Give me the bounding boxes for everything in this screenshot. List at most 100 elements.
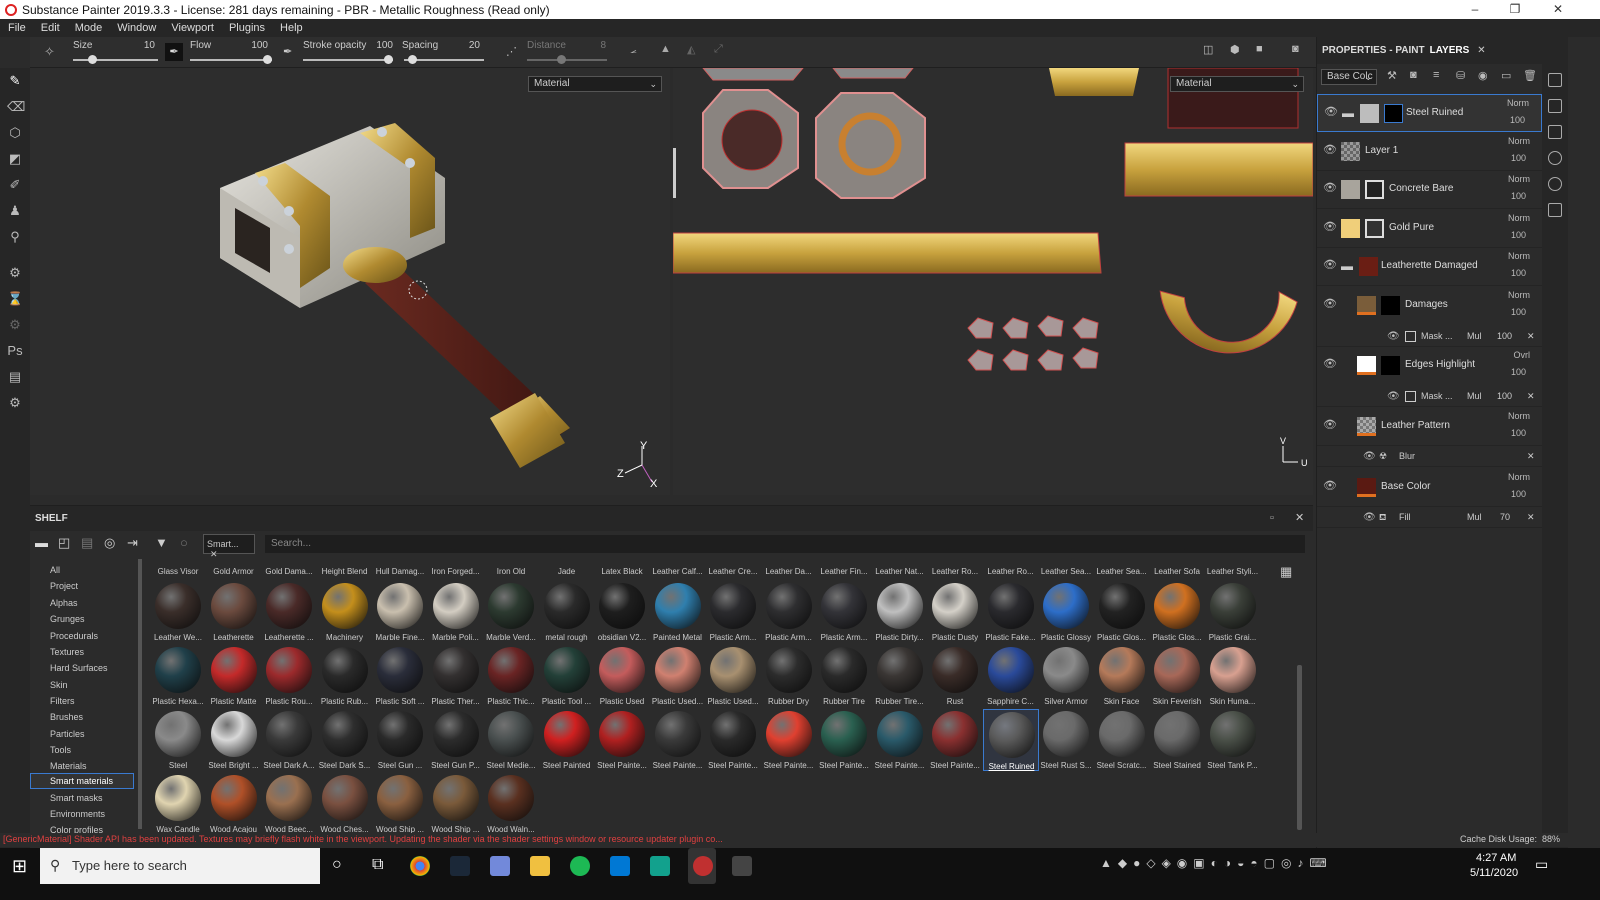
remove-mask-icon[interactable]: ✕ [1527,391,1535,402]
material-label[interactable]: Glass Visor [150,567,206,576]
material-item[interactable]: Wood Acajou [206,773,262,835]
category-alphas[interactable]: Alphas [50,598,78,608]
material-label[interactable]: Leather Ro... [927,567,983,576]
visibility-eye-icon[interactable]: 👁 [1363,512,1376,523]
blend-mode[interactable]: Norm [1508,136,1530,146]
add-effect-icon[interactable]: ⚒ [1387,69,1397,82]
remove-effect-icon[interactable]: ✕ [1527,451,1535,462]
material-item[interactable]: Plastic Ther... [428,645,484,707]
material-item[interactable]: Plastic Grai... [1205,581,1261,643]
menu-plugins[interactable]: Plugins [221,22,272,34]
stroke-opacity-slider[interactable] [303,55,393,64]
category-particles[interactable]: Particles [50,729,85,739]
eraser-icon[interactable]: ⌫ [7,99,25,115]
material-item[interactable]: Steel Tank P... [1205,709,1261,771]
category-procedurals[interactable]: Procedurals [50,631,98,641]
material-item[interactable]: Plastic Arm... [816,581,872,643]
paint-brush-icon[interactable]: ✎ [7,73,23,89]
layer-base-color[interactable]: 👁 Base Color Norm 100 [1317,469,1542,507]
maximize-button[interactable]: ❐ [1495,0,1535,19]
material-item[interactable]: Steel Dark S... [317,709,373,771]
folder-icon[interactable]: ▬ [35,535,48,550]
material-item[interactable]: Wood Ship ... [428,773,484,835]
material-label[interactable]: Gold Armor [206,567,262,576]
layer-opacity[interactable]: 100 [1511,153,1526,163]
material-label[interactable]: Leather Styli... [1205,567,1261,576]
material-item[interactable]: Wood Waln... [483,773,539,835]
taskbar-search-input[interactable]: Type here to search [40,848,320,884]
filter-tag[interactable]: Smart... ✕ [203,534,255,559]
material-item[interactable]: Plastic Dirty... [872,581,928,643]
visibility-eye-icon[interactable]: 👁 [1363,451,1376,462]
cortana-icon[interactable]: ○ [332,856,342,874]
category-textures[interactable]: Textures [50,647,84,657]
blend-mode[interactable]: Norm [1508,411,1530,421]
material-item[interactable]: Plastic Matte [206,645,262,707]
visibility-eye-icon[interactable]: 👁 [1387,391,1400,402]
mask-row-damages[interactable]: 👁 Mask ... Mul 100 ✕ [1317,327,1542,347]
category-tools[interactable]: Tools [50,745,71,755]
category-filters[interactable]: Filters [50,696,75,706]
layer-opacity[interactable]: 100 [1511,268,1526,278]
material-item[interactable]: Wood Ship ... [372,773,428,835]
taskbar-time[interactable]: 4:27 AM [1476,852,1516,864]
material-item[interactable]: Plastic Arm... [705,581,761,643]
material-item[interactable]: Steel Gun P... [428,709,484,771]
category-smart-materials[interactable]: Smart materials [50,776,113,786]
layer-leatherette-damaged[interactable]: 👁 ▬ Leatherette Damaged Norm 100 [1317,248,1542,286]
close-button[interactable]: ✕ [1538,0,1578,19]
material-item[interactable]: Leatherette [206,581,262,643]
material-item[interactable]: Plastic Used... [650,645,706,707]
material-item[interactable]: Plastic Thic... [483,645,539,707]
material-item[interactable]: Steel Painte... [705,709,761,771]
mirror-icon[interactable]: ▲ [660,43,671,55]
tab-layers[interactable]: LAYERS [1430,45,1470,56]
material-item[interactable]: Marble Fine... [372,581,428,643]
minimize-button[interactable]: – [1455,0,1495,19]
shelf-scrollbar[interactable] [1297,665,1302,830]
shader-settings-icon[interactable] [1548,151,1562,165]
material-item[interactable]: Steel Bright ... [206,709,262,771]
smudge-icon[interactable]: ✐ [7,177,23,193]
material-item[interactable]: Marble Poli... [428,581,484,643]
material-label[interactable]: Gold Dama... [261,567,317,576]
material-label[interactable]: Leather Sofa [1149,567,1205,576]
blend-mode[interactable]: Norm [1508,251,1530,261]
filter-icon[interactable]: ▼ [155,535,168,550]
material-item[interactable]: Steel Dark A... [261,709,317,771]
clone-icon[interactable]: ♟ [7,203,23,219]
material-label[interactable]: Iron Forged... [428,567,484,576]
material-item[interactable]: Plastic Rub... [317,645,373,707]
menu-window[interactable]: Window [109,22,163,34]
tab-properties-paint[interactable]: PROPERTIES - PAINT [1322,45,1425,56]
visibility-eye-icon[interactable]: 👁 [1387,331,1400,342]
material-label[interactable]: Iron Old [483,567,539,576]
layer-opacity[interactable]: 100 [1511,191,1526,201]
material-item[interactable]: Painted Metal [650,581,706,643]
plugin-icon[interactable]: ⚙ [7,395,23,411]
material-label[interactable]: Leather Ro... [983,567,1039,576]
stroke-opacity-value[interactable]: 100 [373,40,393,51]
category-grunges[interactable]: Grunges [50,614,85,624]
category-all[interactable]: All [50,565,60,575]
color-picker-icon[interactable]: ⚲ [7,229,23,245]
blend-mode[interactable]: Norm [1508,290,1530,300]
system-tray-icons[interactable]: ▲◆●◇◈◉▣◐◑◒◓▢◎♪⌨ [1100,856,1333,870]
taskbar-date[interactable]: 5/11/2020 [1470,867,1518,879]
material-item[interactable]: Skin Face [1094,645,1150,707]
split-view-icon[interactable]: ◫ [1203,43,1213,56]
material-label[interactable]: Leather Nat... [872,567,928,576]
mask-opacity[interactable]: 100 [1497,391,1512,401]
maya-icon[interactable] [650,856,670,876]
material-item[interactable]: Plastic Rou... [261,645,317,707]
material-item[interactable]: Plastic Tool ... [539,645,595,707]
material-label[interactable]: Leather Da... [761,567,817,576]
layer-opacity[interactable]: 100 [1511,428,1526,438]
material-item[interactable]: Steel Painte... [927,709,983,771]
material-label[interactable]: Leather Fin... [816,567,872,576]
chrome-icon[interactable] [410,856,430,876]
spacing-value[interactable]: 20 [460,40,480,51]
import-icon[interactable]: ⇥ [127,535,138,551]
new-folder-icon[interactable]: ◰ [58,535,70,551]
categories-scrollbar[interactable] [138,559,142,829]
